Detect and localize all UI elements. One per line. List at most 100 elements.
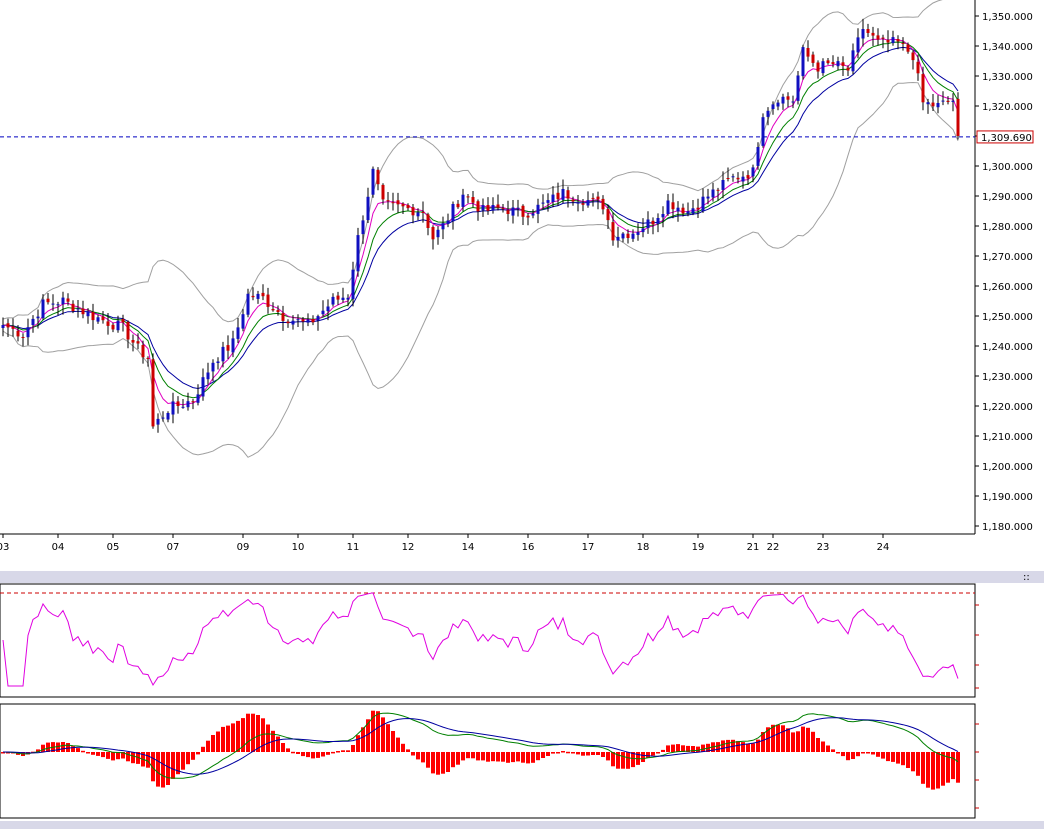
candle-body	[656, 218, 660, 224]
candle-body	[751, 167, 755, 177]
macd-histogram-bar	[511, 752, 515, 763]
macd-histogram-bar	[501, 752, 505, 762]
candle-body	[541, 202, 545, 204]
x-tick-label: 18	[637, 542, 650, 553]
macd-histogram-bar	[576, 752, 580, 755]
macd-histogram-bar	[41, 744, 45, 752]
macd-histogram-bar	[521, 752, 525, 763]
macd-histogram-bar	[476, 752, 480, 761]
macd-histogram-bar	[861, 752, 865, 754]
candle-body	[576, 202, 580, 204]
macd-histogram-bar	[546, 752, 550, 756]
macd-histogram-bar	[716, 742, 720, 752]
macd-histogram-bar	[296, 752, 300, 754]
macd-histogram-bar	[641, 752, 645, 762]
candle-body	[856, 37, 860, 53]
candle-body	[741, 176, 745, 182]
candle-body	[606, 209, 610, 221]
macd-histogram-bar	[226, 725, 230, 752]
candle-body	[531, 213, 535, 216]
candle-body	[161, 417, 165, 419]
macd-histogram-bar	[831, 749, 835, 752]
macd-histogram-bar	[496, 752, 500, 762]
macd-histogram-bar	[111, 752, 115, 761]
panel-separator-bar[interactable]	[0, 571, 1044, 583]
separator-grip-glyph[interactable]: ::	[1023, 572, 1030, 583]
candle-body	[686, 211, 690, 214]
candle-body	[71, 303, 75, 312]
candle-body	[816, 62, 820, 72]
y-tick-label: 1,290.000	[982, 192, 1033, 203]
macd-histogram-bar	[386, 724, 390, 752]
macd-histogram-bar	[191, 752, 195, 760]
candle-body	[781, 96, 785, 104]
candle-body	[626, 233, 630, 238]
candle-body	[586, 200, 590, 206]
macd-histogram-bar	[891, 752, 895, 762]
y-tick-label: 1,270.000	[982, 252, 1033, 263]
candle-body	[151, 359, 155, 427]
candle-body	[396, 200, 400, 205]
candle-body	[616, 236, 620, 241]
macd-histogram-bar	[921, 752, 925, 784]
chart-svg: :: 1,350.0001,340.0001,330.0001,320.0001…	[0, 0, 1044, 829]
macd-histogram-bar	[96, 752, 100, 756]
macd-histogram-bar	[801, 726, 805, 752]
macd-histogram-bar	[101, 752, 105, 758]
candle-body	[746, 175, 750, 179]
candle-body	[431, 227, 435, 240]
candle-body	[806, 48, 810, 57]
x-tick-label: 03	[0, 542, 9, 553]
candle-body	[121, 318, 125, 323]
candle-body	[301, 319, 305, 322]
candle-body	[296, 319, 300, 321]
macd-histogram-bar	[281, 743, 285, 752]
candle-body	[341, 297, 345, 300]
candle-body	[356, 235, 360, 272]
candle-body	[786, 96, 790, 100]
macd-histogram-bar	[931, 752, 935, 790]
macd-histogram-bar	[646, 752, 650, 758]
macd-histogram-bar	[846, 752, 850, 761]
candle-body	[31, 318, 35, 325]
candle-body	[896, 39, 900, 42]
candle-body	[441, 223, 445, 230]
macd-histogram-bar	[376, 711, 380, 752]
macd-histogram-bar	[341, 750, 345, 752]
macd-histogram-bar	[941, 752, 945, 786]
candle-body	[81, 308, 85, 315]
candle-body	[456, 203, 460, 208]
candle-body	[96, 317, 100, 322]
candle-body	[126, 321, 130, 340]
macd-histogram-bar	[286, 748, 290, 752]
candle-body	[391, 202, 395, 204]
macd-histogram-bar	[416, 752, 420, 760]
candle-body	[766, 110, 770, 117]
macd-histogram-bar	[936, 752, 940, 789]
candle-body	[166, 413, 170, 420]
macd-histogram-bar	[486, 752, 490, 762]
macd-histogram-bar	[441, 752, 445, 774]
macd-histogram-bar	[586, 752, 590, 756]
candle-body	[321, 310, 325, 315]
candle-body	[106, 321, 110, 326]
macd-histogram-bar	[721, 740, 725, 752]
candle-body	[941, 100, 945, 102]
macd-histogram-bar	[776, 724, 780, 752]
macd-histogram-bar	[61, 742, 65, 752]
candle-body	[231, 338, 235, 353]
candle-body	[761, 117, 765, 146]
candle-body	[191, 401, 195, 403]
macd-histogram-bar	[276, 736, 280, 752]
candle-body	[921, 74, 925, 103]
macd-histogram-bar	[751, 743, 755, 752]
macd-histogram-bar	[516, 752, 520, 762]
candle-body	[501, 208, 505, 210]
macd-histogram-bar	[301, 752, 305, 757]
macd-histogram-bar	[916, 752, 920, 776]
candle-body	[821, 61, 825, 74]
candle-body	[681, 207, 685, 214]
candle-body	[481, 205, 485, 211]
candle-body	[876, 35, 880, 40]
macd-histogram-bar	[746, 743, 750, 752]
